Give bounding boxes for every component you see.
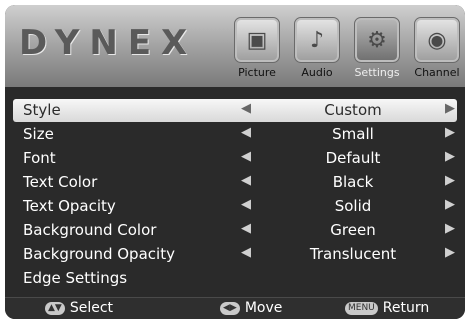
row-label: Edge Settings <box>23 269 128 287</box>
picture-icon: ▣ <box>234 17 280 63</box>
row-value: Translucent <box>309 245 397 263</box>
row-label: Background Opacity <box>23 245 175 263</box>
right-arrow-icon[interactable]: ▶ <box>445 101 455 116</box>
left-arrow-icon[interactable]: ◀ <box>241 101 251 116</box>
row-value: Green <box>330 221 376 239</box>
tv-menu: DYNEX ▣ Picture ♪ Audio ⚙ Settings ◉ Cha… <box>5 5 465 319</box>
right-arrow-icon[interactable]: ▶ <box>445 245 455 260</box>
menu-row-background-opacity[interactable]: Background Opacity ◀ Translucent ▶ <box>13 243 457 266</box>
row-label: Font <box>23 149 56 167</box>
row-value: Black <box>332 173 374 191</box>
left-arrow-icon[interactable]: ◀ <box>241 221 251 236</box>
row-label: Background Color <box>23 221 157 239</box>
left-arrow-icon[interactable]: ◀ <box>241 197 251 212</box>
footer-move: ◀▶ Move <box>220 300 282 316</box>
move-hint: Move <box>244 300 283 316</box>
tab-label: Channel <box>414 66 460 79</box>
tab-picture[interactable]: ▣ Picture <box>227 17 287 79</box>
row-value: Custom <box>324 101 382 119</box>
left-arrow-icon[interactable]: ◀ <box>241 149 251 164</box>
row-label: Text Color <box>23 173 98 191</box>
left-arrow-icon[interactable]: ◀ <box>241 245 251 260</box>
row-value: Small <box>332 125 374 143</box>
left-right-arrows-icon: ◀▶ <box>220 301 240 315</box>
menu-row-edge-settings[interactable]: Edge Settings <box>13 267 457 290</box>
left-arrow-icon[interactable]: ◀ <box>241 173 251 188</box>
menu-tabs: ▣ Picture ♪ Audio ⚙ Settings ◉ Channel <box>227 17 465 79</box>
right-arrow-icon[interactable]: ▶ <box>445 197 455 212</box>
menu-row-font[interactable]: Font ◀ Default ▶ <box>13 147 457 170</box>
menu-footer: ▲▼ Select ◀▶ Move MENU Return <box>5 297 465 319</box>
tab-label: Picture <box>238 66 276 79</box>
return-hint: Return <box>382 300 430 316</box>
menu-key-icon: MENU <box>345 301 378 315</box>
select-hint: Select <box>69 300 114 316</box>
right-arrow-icon[interactable]: ▶ <box>445 125 455 140</box>
row-value: Solid <box>334 197 372 215</box>
settings-menu: Style ◀ Custom ▶ Size ◀ Small ▶ Font ◀ D… <box>13 95 457 287</box>
menu-row-size[interactable]: Size ◀ Small ▶ <box>13 123 457 146</box>
row-label: Size <box>23 125 54 143</box>
tab-label: Settings <box>354 66 400 79</box>
up-down-arrows-icon: ▲▼ <box>45 301 65 315</box>
row-label: Text Opacity <box>23 197 116 215</box>
menu-header: DYNEX ▣ Picture ♪ Audio ⚙ Settings ◉ Cha… <box>5 5 465 87</box>
menu-row-text-color[interactable]: Text Color ◀ Black ▶ <box>13 171 457 194</box>
tab-audio[interactable]: ♪ Audio <box>287 17 347 79</box>
menu-row-text-opacity[interactable]: Text Opacity ◀ Solid ▶ <box>13 195 457 218</box>
right-arrow-icon[interactable]: ▶ <box>445 149 455 164</box>
tab-label: Audio <box>301 66 333 79</box>
left-arrow-icon[interactable]: ◀ <box>241 125 251 140</box>
right-arrow-icon[interactable]: ▶ <box>445 221 455 236</box>
footer-select: ▲▼ Select <box>45 300 113 316</box>
tab-settings[interactable]: ⚙ Settings <box>347 17 407 79</box>
menu-row-background-color[interactable]: Background Color ◀ Green ▶ <box>13 219 457 242</box>
dynex-logo: DYNEX <box>19 23 198 63</box>
settings-icon: ⚙ <box>354 17 400 63</box>
row-value: Default <box>325 149 381 167</box>
channel-icon: ◉ <box>414 17 460 63</box>
right-arrow-icon[interactable]: ▶ <box>445 173 455 188</box>
menu-row-style[interactable]: Style ◀ Custom ▶ <box>13 99 457 122</box>
audio-icon: ♪ <box>294 17 340 63</box>
row-label: Style <box>23 101 61 119</box>
tab-channel[interactable]: ◉ Channel <box>407 17 465 79</box>
footer-return: MENU Return <box>345 300 429 316</box>
